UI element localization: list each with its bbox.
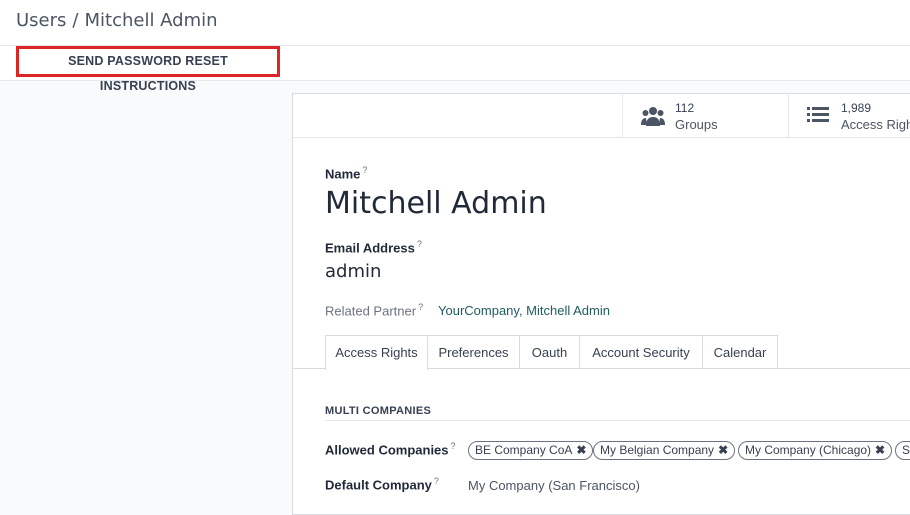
default-company-help-mark[interactable]: ? (434, 476, 439, 486)
users-icon (641, 106, 665, 130)
section-divider (325, 420, 910, 421)
access-rights-count: 1,989 (841, 101, 872, 115)
groups-label: Groups (675, 117, 718, 132)
allowed-companies-label-text: Allowed Companies (325, 442, 449, 458)
action-bar: SEND PASSWORD RESET INSTRUCTIONS (0, 46, 910, 93)
email-label: Email Address? (325, 239, 422, 255)
breadcrumb-current: Mitchell Admin (84, 10, 218, 31)
allowed-companies-help-mark[interactable]: ? (451, 441, 456, 451)
related-partner-help-mark[interactable]: ? (418, 302, 423, 312)
company-tag: My Belgian Company ✖ (593, 441, 736, 460)
breadcrumb: Users / Mitchell Admin (16, 10, 218, 31)
tab-preferences[interactable]: Preferences (427, 335, 520, 368)
company-tag: SF (895, 441, 910, 460)
stat-buttons-bar: 112 Groups 1,989 Access Rights (293, 94, 910, 138)
breadcrumb-separator: / (72, 10, 79, 31)
email-help-mark[interactable]: ? (417, 239, 422, 249)
default-company-value[interactable]: My Company (San Francisco) (468, 478, 640, 493)
default-company-label-text: Default Company (325, 477, 432, 493)
tab-oauth[interactable]: Oauth (519, 335, 580, 368)
company-tag-label: My Belgian Company (600, 443, 715, 457)
email-value[interactable]: admin (325, 261, 381, 282)
name-label: Name? (325, 165, 367, 181)
groups-count: 112 (675, 101, 695, 115)
allowed-companies-label: Allowed Companies? (325, 441, 456, 457)
company-tag: My Company (Chicago) ✖ (738, 441, 893, 460)
list-icon (807, 106, 829, 128)
access-rights-label: Access Rights (841, 117, 910, 132)
form-sheet: 112 Groups 1,989 Access Rights Name? Mit… (292, 93, 910, 515)
company-tag-label: My Company (Chicago) (745, 443, 872, 457)
remove-tag-icon[interactable]: ✖ (875, 443, 885, 457)
related-partner-label-text: Related Partner (325, 303, 417, 319)
name-value[interactable]: Mitchell Admin (325, 186, 547, 221)
remove-tag-icon[interactable]: ✖ (718, 443, 728, 457)
related-partner-label: Related Partner? (325, 302, 423, 318)
company-tag: BE Company CoA ✖ (468, 441, 594, 460)
name-help-mark[interactable]: ? (362, 165, 367, 175)
company-tag-label: BE Company CoA (475, 443, 573, 457)
access-rights-stat-button[interactable]: 1,989 Access Rights (788, 94, 910, 137)
remove-tag-icon[interactable]: ✖ (576, 443, 586, 457)
breadcrumb-users-link[interactable]: Users (16, 10, 66, 31)
tab-account-security[interactable]: Account Security (579, 335, 703, 368)
multi-companies-section-title: MULTI COMPANIES (325, 405, 432, 417)
default-company-label: Default Company? (325, 476, 439, 492)
name-label-text: Name (325, 166, 361, 182)
related-partner-link[interactable]: YourCompany, Mitchell Admin (438, 303, 610, 318)
send-password-reset-button[interactable]: SEND PASSWORD RESET INSTRUCTIONS (16, 46, 280, 93)
company-tag-label: SF (902, 443, 910, 457)
tab-access-rights[interactable]: Access Rights (325, 335, 428, 370)
groups-stat-button[interactable]: 112 Groups (622, 94, 789, 137)
header-bar: Users / Mitchell Admin (0, 0, 910, 46)
email-label-text: Email Address (325, 240, 415, 256)
tab-calendar[interactable]: Calendar (702, 335, 778, 368)
